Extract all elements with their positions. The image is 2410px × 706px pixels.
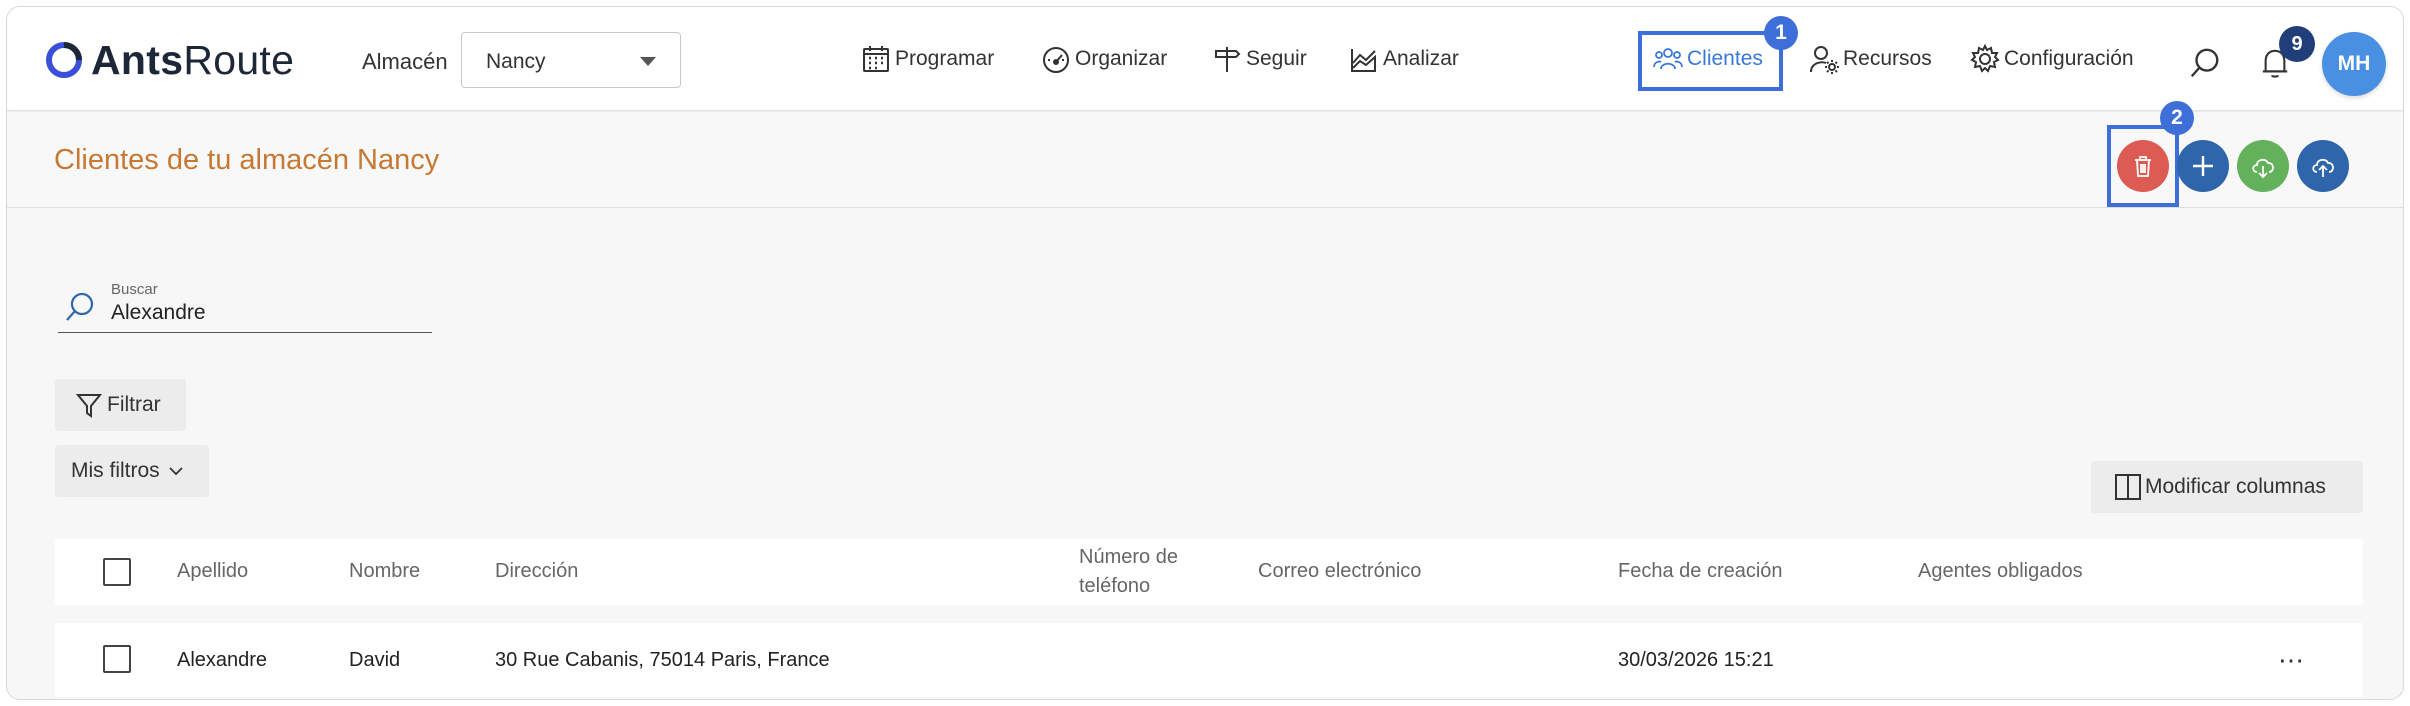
- search-icon: [66, 292, 94, 321]
- user-avatar[interactable]: MH: [2322, 32, 2386, 96]
- my-filters-dropdown[interactable]: Mis filtros: [55, 445, 209, 497]
- add-client-button[interactable]: [2177, 140, 2229, 192]
- logo-text-bold: Ants: [91, 37, 184, 83]
- column-header-last-name[interactable]: Apellido: [177, 557, 248, 586]
- chart-icon: [1351, 49, 1376, 72]
- search-icon: [2190, 48, 2219, 78]
- nav-organizar[interactable]: Organizar: [1040, 37, 1167, 81]
- antsroute-logo-icon: [46, 42, 82, 78]
- cell-last-name: Alexandre: [177, 649, 268, 671]
- users-icon: [1653, 48, 1683, 70]
- modify-columns-button[interactable]: Modificar columnas: [2091, 461, 2363, 513]
- nav-analizar[interactable]: Analizar: [1348, 37, 1459, 81]
- nav-configuracion[interactable]: Configuración: [1969, 37, 2134, 81]
- funnel-icon: [75, 394, 103, 418]
- chevron-down-icon: [169, 467, 183, 476]
- nav-programar-label: Programar: [895, 47, 995, 70]
- cloud-upload-icon: [2312, 158, 2334, 177]
- upload-button[interactable]: [2297, 140, 2349, 192]
- antsroute-logo[interactable]: AntsRoute: [43, 37, 294, 83]
- cell-address: 30 Rue Cabanis, 75014 Paris, France: [495, 649, 830, 671]
- search-value: Alexandre: [111, 301, 206, 324]
- plus-icon: [2193, 156, 2213, 176]
- nav-organizar-label: Organizar: [1075, 47, 1168, 70]
- gauge-icon: [1043, 47, 1069, 73]
- column-header-created[interactable]: Fecha de creación: [1618, 557, 1783, 586]
- warehouse-select[interactable]: Nancy: [461, 32, 681, 88]
- column-header-agents[interactable]: Agentes obligados: [1918, 557, 2083, 586]
- column-header-phone[interactable]: Número de teléfono: [1079, 543, 1199, 601]
- signpost-icon: [1215, 47, 1241, 72]
- page-title: Clientes de tu almacén Nancy: [54, 144, 440, 176]
- download-button[interactable]: [2237, 140, 2289, 192]
- column-header-email[interactable]: Correo electrónico: [1258, 557, 1421, 586]
- columns-icon: [2115, 474, 2141, 500]
- nav-programar[interactable]: Programar: [860, 37, 994, 81]
- nav-clientes[interactable]: Clientes: [1652, 37, 1763, 81]
- table-row[interactable]: Alexandre David 30 Rue Cabanis, 75014 Pa…: [55, 623, 2363, 697]
- nav-clientes-label: Clientes: [1687, 47, 1763, 70]
- row-more-actions-icon[interactable]: ⋯: [2278, 645, 2305, 676]
- logo-text-light: Route: [183, 37, 295, 83]
- calendar-icon: [863, 46, 889, 72]
- notification-count-badge: 9: [2279, 26, 2315, 62]
- caret-down-icon: [640, 57, 656, 66]
- nav-recursos-label: Recursos: [1843, 47, 1932, 70]
- cell-first-name: David: [349, 649, 401, 671]
- column-header-first-name[interactable]: Nombre: [349, 557, 420, 586]
- global-search-button[interactable]: [2187, 45, 2223, 81]
- warehouse-select-value: Nancy: [486, 50, 546, 73]
- cloud-download-icon: [2252, 158, 2274, 179]
- filter-button-label: Filtrar: [107, 393, 161, 416]
- search-label: Buscar: [111, 281, 158, 298]
- modify-columns-label: Modificar columnas: [2145, 475, 2326, 498]
- step-badge-2: 2: [2160, 101, 2194, 135]
- cell-created: 30/03/2026 15:21: [1618, 649, 1774, 671]
- nav-recursos[interactable]: Recursos: [1808, 37, 1932, 81]
- step-badge-1: 1: [1764, 16, 1798, 50]
- user-gear-icon: [1810, 46, 1839, 74]
- filter-button[interactable]: Filtrar: [55, 379, 186, 431]
- select-all-checkbox[interactable]: [103, 558, 131, 586]
- page-header: Clientes de tu almacén Nancy 2: [7, 101, 2403, 208]
- warehouse-label: Almacén: [362, 49, 448, 74]
- nav-seguir[interactable]: Seguir: [1211, 37, 1307, 81]
- gear-icon: [1970, 43, 2000, 73]
- top-navigation-bar: AntsRoute Almacén Nancy Programar Organi…: [7, 7, 2403, 111]
- app-window: AntsRoute Almacén Nancy Programar Organi…: [6, 6, 2404, 700]
- nav-seguir-label: Seguir: [1246, 47, 1307, 70]
- table-header: Apellido Nombre Dirección Número de telé…: [55, 539, 2363, 605]
- row-checkbox[interactable]: [103, 645, 131, 673]
- search-input[interactable]: Buscar Alexandre: [58, 277, 432, 333]
- delete-button[interactable]: [2117, 140, 2169, 192]
- nav-configuracion-label: Configuración: [2004, 47, 2134, 70]
- my-filters-label: Mis filtros: [71, 459, 160, 482]
- column-header-address[interactable]: Dirección: [495, 557, 578, 586]
- nav-analizar-label: Analizar: [1383, 47, 1459, 70]
- trash-icon: [2135, 156, 2151, 177]
